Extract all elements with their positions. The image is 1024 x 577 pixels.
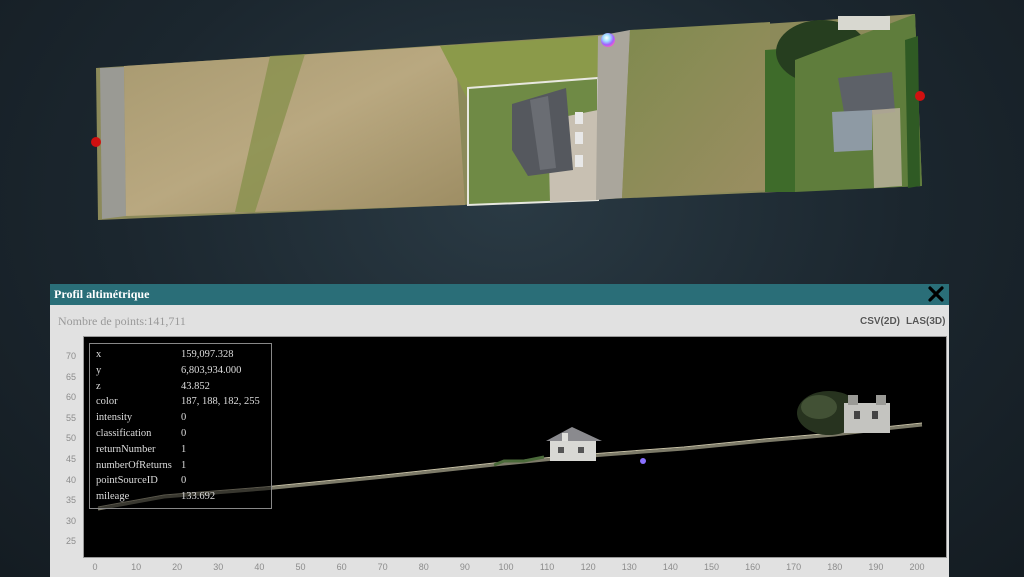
path-right [872, 108, 902, 188]
info-key: numberOfReturns [96, 459, 172, 471]
info-key: pointSourceID [96, 475, 158, 487]
shed-top [838, 16, 890, 30]
info-row: y 6,803,934.000 [96, 365, 271, 380]
house-profile-middle [546, 427, 602, 461]
x-tick-label: 190 [868, 562, 884, 572]
y-tick-label: 25 [66, 536, 77, 547]
x-tick-label: 120 [580, 562, 596, 572]
point-info-panel: x 159,097.328 y 6,803,934.000 z 43.852 color 18… [89, 343, 272, 509]
x-tick-label: 0 [92, 562, 98, 572]
x-tick-label: 10 [131, 562, 142, 572]
info-key: color [96, 396, 118, 408]
y-tick-label: 45 [66, 454, 77, 464]
x-tick-label: 90 [459, 562, 470, 572]
x-tick-label: 160 [745, 562, 761, 572]
x-tick-label: 130 [621, 562, 637, 572]
info-value: 187, 188, 182, 255 [181, 396, 260, 408]
x-tick-label: 100 [498, 562, 514, 572]
y-tick-label: 40 [66, 474, 77, 485]
info-value: 1 [181, 443, 187, 455]
panel-title: Profil altimétrique [54, 287, 150, 301]
y-tick-label: 35 [66, 495, 77, 506]
info-row: numberOfReturns 1 [96, 460, 271, 475]
export-csv-button[interactable]: CSV(2D) [860, 316, 900, 327]
info-row: x 159,097.328 [96, 349, 271, 364]
info-key: z [96, 380, 101, 392]
selected-point-marker[interactable] [640, 458, 646, 464]
export-las-button[interactable]: LAS(3D) [906, 316, 945, 327]
x-tick-label: 40 [254, 562, 265, 572]
x-tick-label: 60 [336, 562, 347, 572]
profile-panel: Profil altimétrique Nombre de points:141… [50, 284, 949, 577]
x-tick-label: 80 [418, 562, 429, 572]
x-tick-label: 30 [213, 562, 224, 572]
info-row: pointSourceID 0 [96, 475, 271, 490]
y-tick-label: 70 [66, 351, 77, 361]
info-row: color 187, 188, 182, 255 [96, 396, 271, 411]
info-value: 1 [181, 459, 187, 471]
current-position-sphere[interactable] [601, 33, 615, 47]
house-right-annex [832, 110, 872, 152]
profile-header[interactable]: Profil altimétrique [50, 284, 949, 305]
info-key: classification [96, 428, 152, 439]
x-tick-label: 200 [909, 562, 925, 572]
info-row: mileage 133.692 [96, 491, 271, 506]
info-row: intensity 0 [96, 412, 271, 427]
car [575, 112, 583, 124]
y-tick-label: 65 [66, 371, 77, 382]
x-tick-label: 140 [662, 562, 678, 572]
info-value: 0 [181, 475, 187, 487]
y-tick-label: 60 [66, 392, 77, 403]
info-value: 133.692 [181, 491, 216, 503]
info-value: 6,803,934.000 [181, 364, 242, 376]
info-value: 0 [181, 428, 187, 439]
tree-profile-highlight [801, 395, 837, 419]
y-tick-label: 55 [66, 412, 77, 423]
info-row: z 43.852 [96, 381, 271, 396]
info-key: y [96, 364, 102, 376]
car [575, 155, 583, 167]
y-tick-label: 30 [66, 515, 77, 526]
point-cloud-3d-view[interactable] [0, 0, 1024, 285]
close-icon[interactable] [927, 285, 945, 303]
road-left [100, 67, 126, 219]
x-tick-label: 170 [786, 562, 802, 572]
house-profile-right [844, 395, 890, 433]
info-row: classification 0 [96, 428, 271, 443]
x-tick-label: 110 [539, 562, 555, 572]
y-tick-label: 50 [66, 433, 77, 444]
x-tick-label: 180 [827, 562, 843, 572]
profile-end-marker[interactable] [915, 91, 925, 101]
x-tick-label: 150 [703, 562, 720, 572]
info-key: mileage [96, 491, 130, 503]
info-key: x [96, 349, 102, 360]
profile-start-marker[interactable] [91, 137, 101, 147]
x-tick-label: 50 [295, 562, 306, 572]
field-right [622, 22, 770, 198]
info-key: returnNumber [96, 443, 156, 455]
info-value: 43.852 [181, 380, 210, 392]
info-row: returnNumber 1 [96, 444, 271, 459]
x-tick-label: 20 [172, 562, 183, 572]
car [575, 132, 583, 144]
info-key: intensity [96, 412, 133, 424]
info-value: 159,097.328 [181, 349, 234, 360]
info-value: 0 [181, 412, 187, 424]
point-count-label: Nombre de points:141,711 [58, 314, 186, 328]
x-tick-label: 70 [377, 562, 388, 572]
point-cloud-strip[interactable] [0, 0, 1024, 285]
